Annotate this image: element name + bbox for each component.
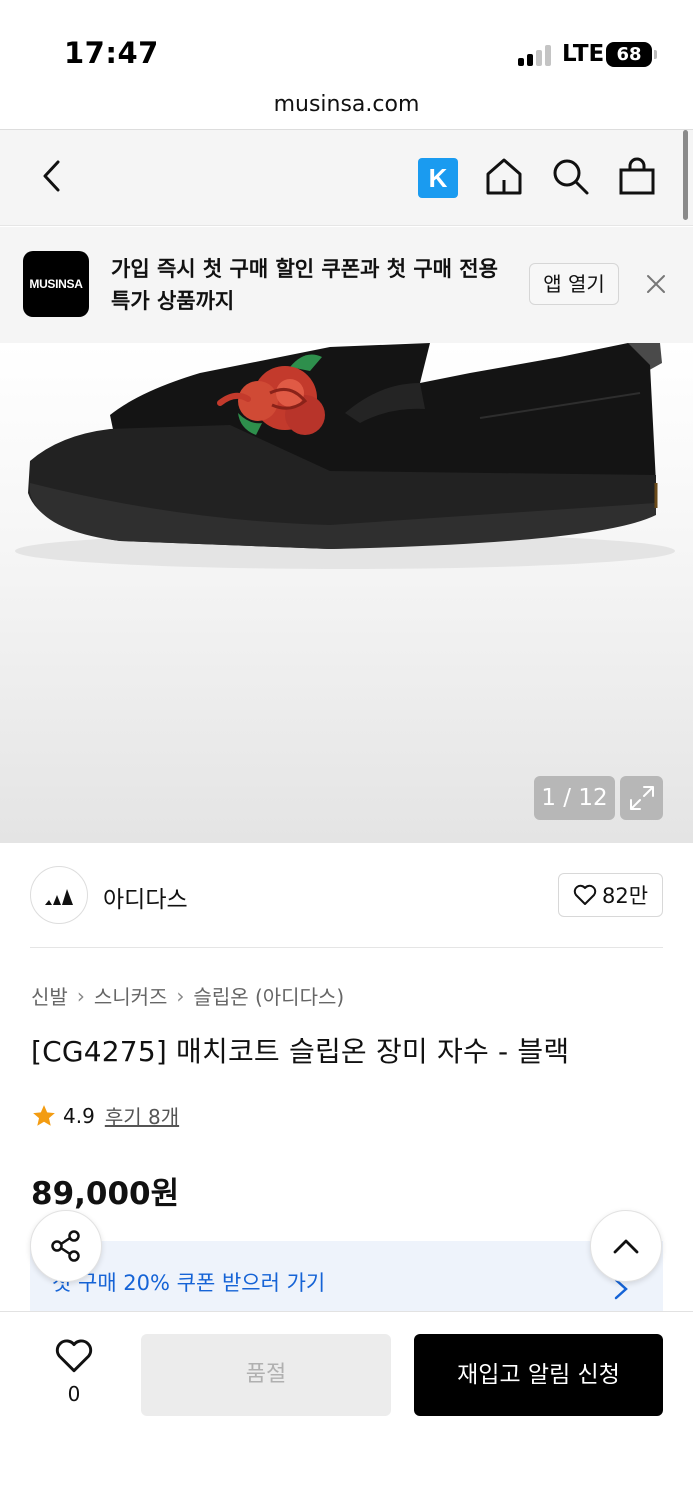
- close-icon[interactable]: [644, 272, 668, 296]
- product-image-gallery[interactable]: 1 / 12: [0, 343, 693, 843]
- product-title: [CG4275] 매치코트 슬립온 장미 자수 - 블랙: [31, 1035, 570, 1068]
- banner-message: 가입 즉시 첫 구매 할인 쿠폰과 첫 구매 전용 특가 상품까지: [111, 257, 498, 313]
- back-button[interactable]: [30, 154, 74, 198]
- network-label: LTE: [562, 41, 605, 67]
- chevron-right-icon: ›: [176, 983, 185, 1008]
- image-counter: 1 / 12: [534, 776, 615, 820]
- rating-value: 4.9: [63, 1103, 95, 1128]
- search-icon: [553, 159, 589, 195]
- rating-row: 4.9 후기 8개: [31, 1101, 179, 1130]
- share-icon: [51, 1230, 80, 1262]
- musinsa-logo: MUSINSA: [23, 251, 89, 317]
- battery-icon: 68: [606, 42, 652, 67]
- share-button[interactable]: [30, 1210, 102, 1282]
- cart-button[interactable]: [615, 154, 659, 198]
- soldout-button: 품절: [141, 1334, 391, 1416]
- star-icon: [33, 1104, 55, 1126]
- bottom-action-bar: 0 품절 재입고 알림 신청: [0, 1311, 693, 1500]
- brand-logo[interactable]: [30, 866, 88, 924]
- brand-row[interactable]: 아디다스 82만: [30, 866, 663, 926]
- search-button[interactable]: [548, 154, 592, 198]
- coupon-text[interactable]: 첫 구매 20% 쿠폰 받으러 가기: [52, 1267, 325, 1297]
- breadcrumb: 신발 › 스니커즈 › 슬립온 (아디다스): [31, 981, 344, 1010]
- wishlist-button[interactable]: 0: [53, 1338, 95, 1406]
- battery-tip: [654, 50, 657, 59]
- brand-like-count: 82만: [601, 884, 649, 908]
- chevron-left-icon: [43, 160, 60, 192]
- breadcrumb-item[interactable]: 스니커즈: [94, 981, 168, 1010]
- k-badge-button[interactable]: K: [418, 158, 458, 198]
- adidas-logo-icon: [45, 889, 73, 905]
- heart-icon: [55, 1339, 93, 1373]
- brand-like-button[interactable]: 82만: [558, 873, 663, 917]
- scroll-to-top-button[interactable]: [590, 1210, 662, 1282]
- coupon-banner[interactable]: 첫 구매 20% 쿠폰 받으러 가기: [30, 1241, 663, 1311]
- price: 89,000원: [31, 1176, 180, 1212]
- review-link[interactable]: 후기 8개: [105, 1101, 179, 1130]
- shopping-bag-icon: [619, 157, 655, 195]
- status-time: 17:47: [64, 36, 159, 70]
- product-shoe-image: [15, 343, 675, 569]
- status-bar: 17:47 LTE 68: [0, 0, 693, 90]
- signal-icon: [518, 44, 554, 66]
- home-icon: [486, 158, 522, 195]
- breadcrumb-item[interactable]: 슬립온 (아디다스): [193, 981, 344, 1010]
- top-nav: K: [0, 130, 693, 226]
- home-button[interactable]: [482, 154, 526, 198]
- chevron-up-icon: [613, 1239, 639, 1254]
- restock-alert-button[interactable]: 재입고 알림 신청: [414, 1334, 663, 1416]
- fullscreen-button[interactable]: [620, 776, 663, 820]
- breadcrumb-item[interactable]: 신발: [31, 981, 68, 1010]
- expand-icon: [629, 786, 654, 810]
- heart-icon: [573, 884, 597, 905]
- brand-name[interactable]: 아디다스: [103, 880, 188, 914]
- open-app-button[interactable]: 앱 열기: [529, 263, 619, 305]
- wishlist-count: 0: [67, 1382, 81, 1406]
- url-bar[interactable]: musinsa.com: [0, 92, 693, 117]
- scrollbar[interactable]: [683, 130, 688, 220]
- chevron-right-icon: ›: [76, 983, 85, 1008]
- app-install-banner: MUSINSA 가입 즉시 첫 구매 할인 쿠폰과 첫 구매 전용 특가 상품까…: [0, 227, 693, 343]
- divider: [30, 947, 663, 948]
